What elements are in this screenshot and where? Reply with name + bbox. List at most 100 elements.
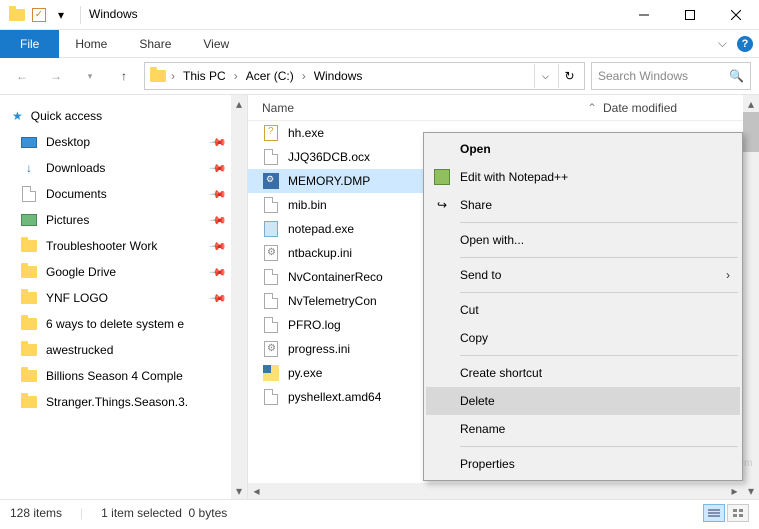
breadcrumb-windows[interactable]: Windows bbox=[310, 64, 367, 88]
chevron-right-icon[interactable]: › bbox=[169, 69, 177, 83]
file-icon bbox=[262, 148, 280, 166]
search-icon[interactable]: 🔍 bbox=[729, 69, 744, 83]
ctx-create-shortcut[interactable]: Create shortcut bbox=[426, 359, 740, 387]
navpane-item[interactable]: Documents 📌 bbox=[0, 181, 247, 207]
search-placeholder: Search Windows bbox=[598, 69, 688, 83]
folder-icon bbox=[8, 6, 26, 24]
status-selected: 1 item selected 0 bytes bbox=[101, 506, 227, 520]
navpane-item[interactable]: ↓Downloads📌 bbox=[0, 155, 247, 181]
back-button[interactable]: ← bbox=[8, 62, 36, 90]
breadcrumb-this-pc[interactable]: This PC bbox=[179, 64, 230, 88]
navpane-item[interactable]: awestrucked bbox=[0, 337, 247, 363]
navpane-item-label: Billions Season 4 Comple bbox=[46, 369, 183, 383]
ctx-properties[interactable]: Properties bbox=[426, 450, 740, 478]
navpane-item[interactable]: YNF LOGO📌 bbox=[0, 285, 247, 311]
ctx-rename[interactable]: Rename bbox=[426, 415, 740, 443]
folder-icon bbox=[20, 367, 38, 385]
forward-button[interactable]: → bbox=[42, 62, 70, 90]
column-name[interactable]: Name⌃ bbox=[248, 95, 603, 120]
ctx-open-with[interactable]: Open with... bbox=[426, 226, 740, 254]
column-date-modified[interactable]: Date modified bbox=[603, 95, 743, 120]
refresh-button[interactable]: ↻ bbox=[558, 64, 580, 88]
qat-dropdown-icon[interactable]: ▾ bbox=[52, 6, 70, 24]
ctx-copy[interactable]: Copy bbox=[426, 324, 740, 352]
pin-icon: 📌 bbox=[209, 159, 228, 178]
ctx-open[interactable]: Open bbox=[426, 135, 740, 163]
file-name: progress.ini bbox=[288, 342, 350, 356]
search-input[interactable]: Search Windows 🔍 bbox=[591, 62, 751, 90]
file-tab[interactable]: File bbox=[0, 30, 59, 58]
chevron-right-icon[interactable]: › bbox=[300, 69, 308, 83]
close-button[interactable] bbox=[713, 0, 759, 30]
folder-icon bbox=[20, 315, 38, 333]
scroll-down-icon[interactable]: ▾ bbox=[231, 482, 247, 499]
ctx-delete[interactable]: Delete bbox=[426, 387, 740, 415]
navpane-item[interactable]: Google Drive📌 bbox=[0, 259, 247, 285]
file-name: hh.exe bbox=[288, 126, 324, 140]
folder-icon bbox=[20, 393, 38, 411]
navpane-item[interactable]: Billions Season 4 Comple bbox=[0, 363, 247, 389]
quick-access-header[interactable]: ★ Quick access bbox=[0, 103, 247, 129]
navpane-item[interactable]: 6 ways to delete system e bbox=[0, 311, 247, 337]
pin-icon: 📌 bbox=[209, 185, 228, 204]
navpane-item[interactable]: Troubleshooter Work📌 bbox=[0, 233, 247, 259]
chevron-right-icon[interactable]: › bbox=[232, 69, 240, 83]
chevron-right-icon: › bbox=[726, 268, 730, 282]
navpane-item[interactable]: Stranger.Things.Season.3. bbox=[0, 389, 247, 415]
file-icon bbox=[262, 292, 280, 310]
navpane-item-label: Stranger.Things.Season.3. bbox=[46, 395, 188, 409]
quick-access-toolbar: ✓ ▾ bbox=[0, 6, 78, 24]
view-tab[interactable]: View bbox=[187, 30, 245, 58]
filelist-scrollbar[interactable]: ▴ ▾ bbox=[743, 95, 759, 499]
horizontal-scrollbar[interactable]: ◂ ▸ bbox=[248, 483, 743, 499]
recent-dropdown[interactable]: ▾ bbox=[76, 62, 104, 90]
scroll-left-icon[interactable]: ◂ bbox=[248, 483, 265, 499]
pictures-icon bbox=[20, 211, 38, 229]
navpane-item-label: Documents bbox=[46, 187, 107, 201]
address-bar[interactable]: › This PC › Acer (C:) › Windows ⌵ ↻ bbox=[144, 62, 585, 90]
pin-icon: 📌 bbox=[209, 133, 228, 152]
ribbon-expand-icon[interactable]: ⌵ bbox=[718, 36, 727, 51]
icons-view-button[interactable] bbox=[727, 504, 749, 522]
quick-access-label: Quick access bbox=[31, 109, 102, 123]
scroll-up-icon[interactable]: ▴ bbox=[743, 95, 759, 112]
file-icon bbox=[262, 316, 280, 334]
ctx-share[interactable]: ↪ Share bbox=[426, 191, 740, 219]
scroll-right-icon[interactable]: ▸ bbox=[726, 483, 743, 499]
breadcrumb-drive[interactable]: Acer (C:) bbox=[242, 64, 298, 88]
scrollbar-thumb[interactable] bbox=[743, 112, 759, 152]
minimize-button[interactable] bbox=[621, 0, 667, 30]
file-name: NvContainerReco bbox=[288, 270, 383, 284]
file-icon bbox=[262, 388, 280, 406]
navpane-item[interactable]: Pictures📌 bbox=[0, 207, 247, 233]
pin-icon: 📌 bbox=[209, 211, 228, 230]
address-dropdown[interactable]: ⌵ bbox=[534, 64, 556, 88]
properties-qat-icon[interactable]: ✓ bbox=[32, 8, 46, 22]
details-view-button[interactable] bbox=[703, 504, 725, 522]
file-icon bbox=[262, 364, 280, 382]
downloads-icon: ↓ bbox=[20, 159, 38, 177]
navpane-item-label: Google Drive bbox=[46, 265, 116, 279]
desktop-icon bbox=[20, 133, 38, 151]
up-button[interactable]: ↑ bbox=[110, 62, 138, 90]
folder-icon bbox=[20, 263, 38, 281]
status-item-count: 128 items bbox=[10, 506, 62, 520]
home-tab[interactable]: Home bbox=[59, 30, 123, 58]
share-tab[interactable]: Share bbox=[123, 30, 187, 58]
window-title: Windows bbox=[89, 0, 138, 30]
navpane-item[interactable]: Desktop📌 bbox=[0, 129, 247, 155]
context-menu: Open Edit with Notepad++ ↪ Share Open wi… bbox=[423, 132, 743, 481]
scroll-up-icon[interactable]: ▴ bbox=[231, 95, 247, 112]
file-name: py.exe bbox=[288, 366, 322, 380]
status-bar: 128 items | 1 item selected 0 bytes bbox=[0, 499, 759, 525]
navpane-scrollbar[interactable]: ▴ ▾ bbox=[231, 95, 247, 499]
ctx-edit-notepadpp[interactable]: Edit with Notepad++ bbox=[426, 163, 740, 191]
scroll-down-icon[interactable]: ▾ bbox=[743, 482, 759, 499]
maximize-button[interactable] bbox=[667, 0, 713, 30]
ctx-cut[interactable]: Cut bbox=[426, 296, 740, 324]
ctx-send-to[interactable]: Send to› bbox=[426, 261, 740, 289]
file-name: MEMORY.DMP bbox=[288, 174, 370, 188]
navpane-item-label: awestrucked bbox=[46, 343, 113, 357]
folder-icon bbox=[20, 341, 38, 359]
help-icon[interactable]: ? bbox=[737, 36, 753, 52]
